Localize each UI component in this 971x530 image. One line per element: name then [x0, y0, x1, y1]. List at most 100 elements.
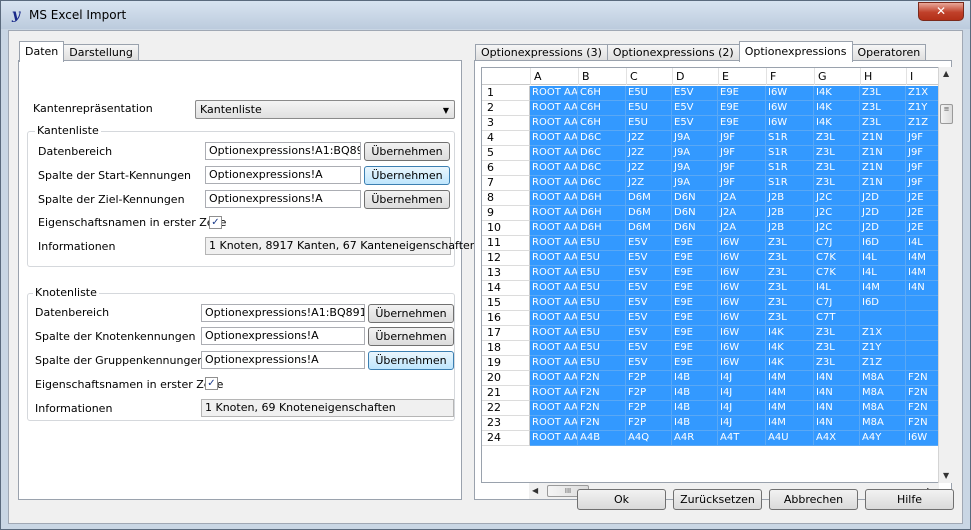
- table-cell[interactable]: E5V: [626, 296, 672, 311]
- table-cell[interactable]: E9E: [672, 266, 718, 281]
- table-cell[interactable]: Z1N: [860, 176, 906, 191]
- table-cell[interactable]: I6W: [718, 296, 766, 311]
- table-cell[interactable]: ROOT AA: [530, 221, 578, 236]
- table-cell[interactable]: J9F: [718, 176, 766, 191]
- table-cell[interactable]: I4L: [860, 251, 906, 266]
- table-cell[interactable]: D6H: [578, 221, 626, 236]
- row-header[interactable]: 21: [482, 386, 530, 401]
- row-header[interactable]: 3: [482, 116, 530, 131]
- table-cell[interactable]: I6W: [718, 356, 766, 371]
- table-cell[interactable]: E9E: [672, 251, 718, 266]
- table-cell[interactable]: J2Z: [626, 131, 672, 146]
- table-cell[interactable]: ROOT AA: [530, 416, 578, 431]
- table-cell[interactable]: E5U: [578, 311, 626, 326]
- table-cell[interactable]: J2Z: [626, 146, 672, 161]
- table-cell[interactable]: J2C: [814, 191, 860, 206]
- table-cell[interactable]: A4T: [718, 431, 766, 446]
- table-cell[interactable]: E5V: [626, 311, 672, 326]
- table-cell[interactable]: Z3L: [814, 146, 860, 161]
- row-header[interactable]: 8: [482, 191, 530, 206]
- column-header[interactable]: C: [626, 68, 672, 85]
- row-header[interactable]: 2: [482, 101, 530, 116]
- table-cell[interactable]: A4U: [766, 431, 814, 446]
- table-cell[interactable]: M8A: [860, 386, 906, 401]
- table-cell[interactable]: ROOT AA: [530, 356, 578, 371]
- table-cell[interactable]: E9E: [672, 281, 718, 296]
- table-cell[interactable]: E9E: [718, 86, 766, 101]
- table-cell[interactable]: J2A: [718, 191, 766, 206]
- table-cell[interactable]: I4J: [718, 401, 766, 416]
- table-cell[interactable]: D6N: [672, 191, 718, 206]
- table-cell[interactable]: F2P: [626, 416, 672, 431]
- table-cell[interactable]: J2Z: [626, 176, 672, 191]
- corner-cell[interactable]: [482, 68, 530, 85]
- table-cell[interactable]: F2N: [578, 371, 626, 386]
- table-cell[interactable]: I6W: [718, 311, 766, 326]
- table-cell[interactable]: E5U: [578, 296, 626, 311]
- table-cell[interactable]: Z3L: [814, 356, 860, 371]
- table-cell[interactable]: D6C: [578, 131, 626, 146]
- row-header[interactable]: 23: [482, 416, 530, 431]
- group-col-input[interactable]: Optionexpressions!A: [201, 351, 365, 369]
- table-cell[interactable]: E5U: [626, 116, 672, 131]
- row-header[interactable]: 18: [482, 341, 530, 356]
- start-col-apply-button[interactable]: Übernehmen: [364, 166, 450, 185]
- table-cell[interactable]: ROOT AA: [530, 311, 578, 326]
- table-cell[interactable]: I4L: [814, 281, 860, 296]
- table-cell[interactable]: E9E: [672, 311, 718, 326]
- table-cell[interactable]: C7K: [814, 251, 860, 266]
- table-cell[interactable]: I4M: [766, 416, 814, 431]
- table-cell[interactable]: ROOT AA: [530, 386, 578, 401]
- table-cell[interactable]: E5U: [578, 251, 626, 266]
- node-data-range-apply-button[interactable]: Übernehmen: [368, 304, 454, 323]
- table-cell[interactable]: I4J: [718, 386, 766, 401]
- table-cell[interactable]: J2B: [766, 221, 814, 236]
- table-cell[interactable]: Z3L: [766, 251, 814, 266]
- table-cell[interactable]: J9A: [672, 161, 718, 176]
- table-cell[interactable]: M8A: [860, 401, 906, 416]
- row-header[interactable]: 13: [482, 266, 530, 281]
- table-cell[interactable]: I4K: [766, 356, 814, 371]
- table-cell[interactable]: I6W: [718, 251, 766, 266]
- column-header[interactable]: H: [860, 68, 906, 85]
- table-cell[interactable]: Z1Z: [860, 356, 906, 371]
- table-cell[interactable]: E5V: [626, 251, 672, 266]
- table-cell[interactable]: E5U: [578, 266, 626, 281]
- table-cell[interactable]: F2P: [626, 371, 672, 386]
- row-header[interactable]: 12: [482, 251, 530, 266]
- table-cell[interactable]: J2D: [860, 206, 906, 221]
- table-cell[interactable]: I6W: [766, 116, 814, 131]
- table-cell[interactable]: I4B: [672, 386, 718, 401]
- table-cell[interactable]: J9A: [672, 176, 718, 191]
- table-cell[interactable]: D6M: [626, 191, 672, 206]
- table-cell[interactable]: Z1Y: [860, 341, 906, 356]
- table-cell[interactable]: I4B: [672, 401, 718, 416]
- table-cell[interactable]: ROOT AA: [530, 131, 578, 146]
- scroll-down-arrow-icon[interactable]: ▼: [943, 471, 949, 480]
- table-cell[interactable]: ROOT AA: [530, 161, 578, 176]
- table-cell[interactable]: ROOT AA: [530, 236, 578, 251]
- table-cell[interactable]: Z3L: [766, 266, 814, 281]
- table-cell[interactable]: J9A: [672, 146, 718, 161]
- table-cell[interactable]: Z1N: [860, 161, 906, 176]
- table-cell[interactable]: J2A: [718, 206, 766, 221]
- table-cell[interactable]: E5U: [578, 356, 626, 371]
- vertical-scroll-thumb[interactable]: ≡: [940, 104, 953, 124]
- row-header[interactable]: 6: [482, 161, 530, 176]
- spreadsheet-grid[interactable]: ABCDEFGHI 1 ROOT AA C6H E5U E5V E9E I6W I4K Z3L Z…: [481, 67, 945, 483]
- table-cell[interactable]: F2N: [578, 386, 626, 401]
- table-cell[interactable]: ROOT AA: [530, 281, 578, 296]
- table-cell[interactable]: E5V: [672, 116, 718, 131]
- reset-button[interactable]: Zurücksetzen: [673, 489, 762, 510]
- table-cell[interactable]: J2D: [860, 221, 906, 236]
- table-cell[interactable]: E5V: [626, 356, 672, 371]
- row-header[interactable]: 7: [482, 176, 530, 191]
- row-header[interactable]: 14: [482, 281, 530, 296]
- table-cell[interactable]: ROOT AA: [530, 341, 578, 356]
- table-cell[interactable]: E5V: [672, 86, 718, 101]
- table-cell[interactable]: E5V: [626, 266, 672, 281]
- table-cell[interactable]: I6W: [718, 281, 766, 296]
- row-header[interactable]: 11: [482, 236, 530, 251]
- row-header[interactable]: 17: [482, 326, 530, 341]
- table-cell[interactable]: I4K: [814, 101, 860, 116]
